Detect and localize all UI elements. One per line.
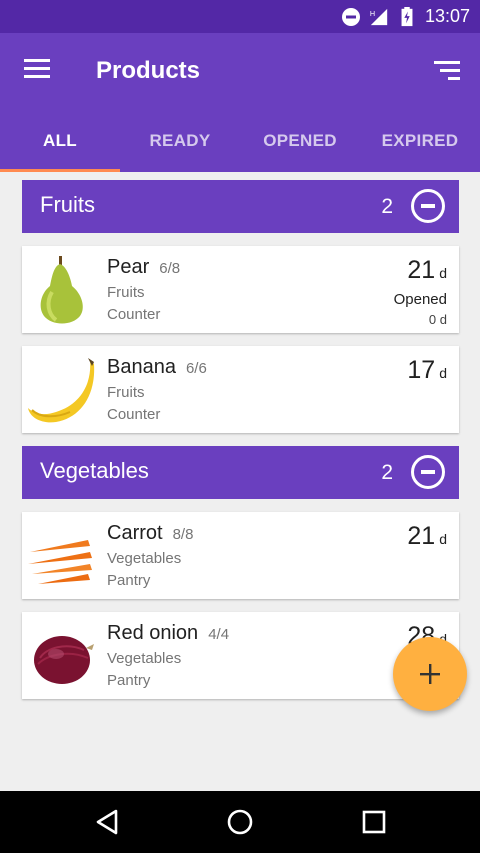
battery-charging-icon bbox=[401, 6, 413, 26]
product-card-carrot[interactable]: Carrot 8/8 Vegetables Pantry 21 d bbox=[22, 512, 459, 599]
tab-bar: ALL READY OPENED EXPIRED bbox=[0, 119, 480, 172]
product-card-red-onion[interactable]: Red onion4/4 Vegetables Pantry 28d bbox=[22, 612, 459, 699]
collapse-icon[interactable] bbox=[411, 455, 445, 489]
tab-all[interactable]: ALL bbox=[0, 119, 120, 172]
menu-icon[interactable] bbox=[24, 59, 52, 83]
product-list: Fruits 2 Pear 6/8 Fruits Counter 21 d Open… bbox=[22, 180, 459, 712]
status-time: 13:07 bbox=[424, 6, 470, 26]
do-not-disturb-icon bbox=[341, 7, 360, 26]
product-name: Pear 6/8 bbox=[107, 256, 181, 278]
tab-opened[interactable]: OPENED bbox=[240, 119, 360, 172]
tab-ready[interactable]: READY bbox=[120, 119, 240, 172]
add-product-button[interactable] bbox=[393, 637, 467, 711]
product-card-banana[interactable]: Banana 6/6 Fruits Counter 17 d bbox=[22, 346, 459, 433]
days-remaining: 21 d bbox=[407, 522, 447, 550]
group-count: 2 bbox=[381, 461, 393, 484]
svg-text:H: H bbox=[370, 9, 375, 18]
product-location: Counter bbox=[107, 406, 161, 423]
group-header-fruits[interactable]: Fruits 2 bbox=[22, 180, 459, 233]
product-category: Vegetables bbox=[107, 550, 182, 567]
product-name: Carrot 8/8 bbox=[107, 522, 194, 544]
group-title: Vegetables bbox=[40, 458, 149, 483]
group-header-vegetables[interactable]: Vegetables 2 bbox=[22, 446, 459, 499]
product-category: Fruits bbox=[107, 384, 145, 401]
product-category: Fruits bbox=[107, 284, 145, 301]
carrot-image bbox=[28, 540, 92, 584]
status-icons: H 13:07 bbox=[341, 0, 470, 33]
tab-expired[interactable]: EXPIRED bbox=[360, 119, 480, 172]
opened-days: 0 d bbox=[428, 312, 447, 327]
recents-icon[interactable] bbox=[360, 808, 388, 836]
product-quantity: 4/4 bbox=[208, 626, 230, 643]
sort-icon[interactable] bbox=[432, 61, 460, 83]
back-icon[interactable] bbox=[94, 808, 122, 836]
days-remaining: 17 d bbox=[407, 356, 447, 384]
status-bar: H 13:07 bbox=[0, 0, 480, 33]
product-location: Pantry bbox=[107, 672, 151, 689]
product-quantity: 6/6 bbox=[185, 360, 207, 377]
product-category: Vegetables bbox=[107, 650, 182, 667]
navigation-bar bbox=[0, 791, 480, 853]
product-name: Banana 6/6 bbox=[107, 356, 207, 378]
home-icon[interactable] bbox=[226, 808, 254, 836]
group-title: Fruits bbox=[40, 192, 95, 217]
signal-icon: H bbox=[370, 8, 388, 25]
page-title: Products bbox=[96, 57, 201, 84]
product-location: Pantry bbox=[107, 572, 151, 589]
product-card-pear[interactable]: Pear 6/8 Fruits Counter 21 d Opened 0 d bbox=[22, 246, 459, 333]
red-onion-image bbox=[34, 636, 94, 684]
product-quantity: 8/8 bbox=[172, 526, 194, 543]
pear-image bbox=[40, 256, 83, 324]
product-name: Red onion 4/4 bbox=[107, 622, 230, 644]
opened-status: Opened bbox=[393, 291, 447, 308]
banana-image bbox=[28, 358, 95, 423]
product-location: Counter bbox=[107, 306, 161, 323]
days-remaining: 21 d bbox=[407, 256, 447, 284]
app-bar: Products ALL READY OPENED EXPIRED bbox=[0, 33, 480, 172]
group-count: 2 bbox=[381, 195, 393, 218]
collapse-icon[interactable] bbox=[411, 189, 445, 223]
plus-icon bbox=[420, 664, 440, 684]
product-quantity: 6/8 bbox=[159, 260, 181, 277]
